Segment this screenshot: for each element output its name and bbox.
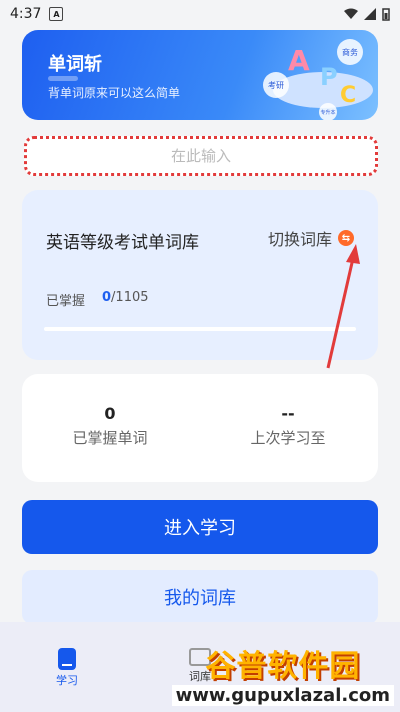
banner-subtitle: 背单词原来可以这么简单	[48, 86, 181, 100]
my-library-button[interactable]: 我的词库	[22, 570, 378, 624]
mastered-words-value: 0	[104, 404, 116, 423]
library-name: 英语等级考试单词库	[46, 233, 199, 253]
start-learning-button[interactable]: 进入学习	[22, 500, 378, 554]
tag-business: 商务	[342, 47, 358, 57]
wifi-icon	[344, 8, 358, 19]
total-words: /1105	[111, 290, 149, 305]
nav-study-label: 学习	[56, 674, 78, 687]
svg-text:P: P	[320, 63, 338, 91]
mastered-words-label: 已掌握单词	[72, 429, 148, 447]
annotation-arrow-icon	[326, 244, 360, 369]
nav-study-tab[interactable]: 学习	[37, 648, 97, 688]
app-banner[interactable]: 单词斩 背单词原来可以这么简单 A P C 考研 商务 专升本	[22, 30, 378, 120]
battery-icon	[382, 7, 390, 21]
last-study-stat: -- 上次学习至	[218, 404, 358, 448]
last-study-label: 上次学习至	[250, 429, 326, 447]
bottom-nav: 学习 词库 谷普软件园 www.gupuxlazal.com	[0, 622, 400, 712]
svg-text:A: A	[288, 44, 310, 77]
watermark-url: www.gupuxlazal.com	[171, 685, 394, 706]
tag-kaoyan: 考研	[268, 81, 284, 90]
stats-card: 0 已掌握单词 -- 上次学习至	[22, 374, 378, 482]
notification-icon: A	[49, 7, 64, 21]
last-study-value: --	[281, 404, 295, 423]
mastered-count: 0/1105	[102, 290, 149, 305]
progress-bar	[44, 327, 356, 331]
status-bar: 4:37 A	[0, 0, 400, 28]
banner-underline	[48, 76, 78, 81]
mastered-number: 0	[102, 290, 112, 305]
status-time: 4:37	[10, 6, 42, 22]
banner-title: 单词斩	[48, 54, 102, 75]
search-input[interactable]	[27, 146, 375, 166]
mastered-words-stat: 0 已掌握单词	[40, 404, 180, 448]
watermark-logo: 谷普软件园	[205, 649, 361, 684]
signal-icon	[364, 8, 376, 20]
search-box[interactable]	[24, 136, 378, 176]
tag-zhuanshengben: 专升本	[320, 109, 335, 116]
study-icon	[58, 648, 76, 670]
banner-illustration: A P C 考研 商务 专升本	[263, 39, 373, 120]
watermark: 谷普软件园 www.gupuxlazal.com	[171, 641, 394, 706]
svg-text:C: C	[340, 83, 356, 108]
mastered-label: 已掌握	[46, 294, 86, 309]
